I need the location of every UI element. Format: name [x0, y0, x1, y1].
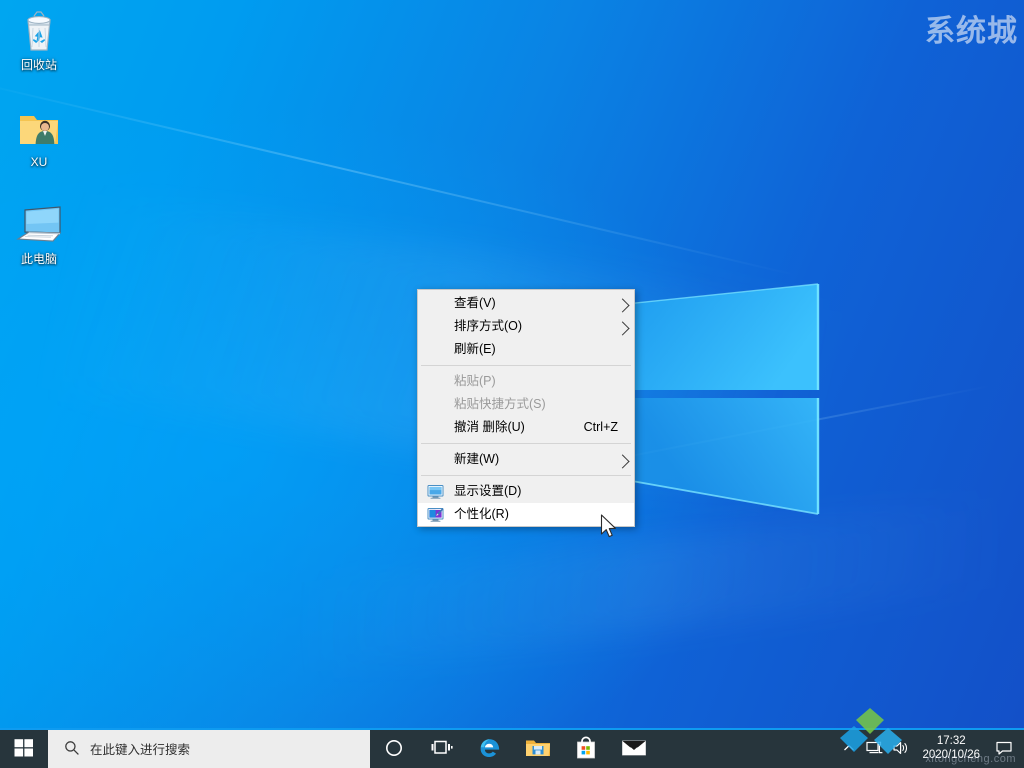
personalize-icon	[427, 507, 444, 522]
taskbar: 在此键入进行搜索	[0, 728, 1024, 768]
context-menu-item-view[interactable]: 查看(V)	[418, 292, 634, 315]
context-menu-item-label: 刷新(E)	[454, 338, 496, 361]
user-folder-icon	[15, 105, 63, 151]
context-menu-item-label: 撤消 删除(U)	[454, 416, 525, 439]
context-menu-item-personalize[interactable]: 个性化(R)	[418, 503, 634, 526]
chevron-right-icon	[615, 321, 629, 335]
desktop-context-menu[interactable]: 查看(V) 排序方式(O) 刷新(E) 粘贴(P) 粘贴快捷方式(S) 撤消 删…	[417, 289, 635, 527]
taskbar-mail-button[interactable]	[610, 728, 658, 768]
context-menu-item-label: 排序方式(O)	[454, 315, 522, 338]
desktop-icon-this-pc[interactable]: 此电脑	[0, 202, 78, 267]
tray-network-button[interactable]	[862, 728, 888, 768]
taskbar-cortana-button[interactable]	[370, 728, 418, 768]
context-menu-item-label: 个性化(R)	[454, 503, 509, 526]
desktop-icon-user-folder[interactable]: XU	[0, 105, 78, 170]
context-menu-item-display-settings[interactable]: 显示设置(D)	[418, 480, 634, 503]
recycle-bin-icon	[15, 8, 63, 54]
context-menu-separator	[421, 475, 631, 476]
tray-volume-button[interactable]	[888, 728, 914, 768]
taskbar-file-explorer-button[interactable]	[514, 728, 562, 768]
folder-icon	[525, 737, 551, 759]
edge-icon	[478, 736, 502, 760]
taskbar-microsoft-store-button[interactable]	[562, 728, 610, 768]
context-menu-item-paste: 粘贴(P)	[418, 370, 634, 393]
context-menu-separator	[421, 365, 631, 366]
cortana-circle-icon	[384, 738, 404, 758]
context-menu-item-paste-shortcut: 粘贴快捷方式(S)	[418, 393, 634, 416]
desktop-screen: 回收站 XU	[0, 0, 1024, 768]
windows-start-icon	[14, 738, 34, 758]
wallpaper-light-ray-top	[0, 78, 798, 276]
chevron-right-icon	[615, 454, 629, 468]
site-watermark-subtext: xitongcheng.com	[925, 753, 1016, 765]
context-menu-item-label: 粘贴快捷方式(S)	[454, 393, 546, 416]
chevron-right-icon	[615, 298, 629, 312]
tray-show-hidden-icons-button[interactable]	[836, 728, 862, 768]
context-menu-item-label: 粘贴(P)	[454, 370, 496, 393]
mail-envelope-icon	[621, 738, 647, 758]
desktop-icon-label: 回收站	[0, 58, 78, 73]
wallpaper-light-glow-lower	[297, 498, 1003, 673]
start-button[interactable]	[0, 728, 48, 768]
taskbar-edge-button[interactable]	[466, 728, 514, 768]
desktop-icon-recycle-bin[interactable]: 回收站	[0, 8, 78, 73]
desktop-icon-label: XU	[0, 155, 78, 170]
taskbar-task-view-button[interactable]	[418, 728, 466, 768]
speaker-icon	[892, 740, 910, 756]
context-menu-item-label: 新建(W)	[454, 448, 499, 471]
context-menu-item-sort-by[interactable]: 排序方式(O)	[418, 315, 634, 338]
chevron-up-icon	[842, 741, 856, 755]
site-watermark-text: 系统城	[925, 6, 1018, 50]
task-view-icon	[431, 739, 453, 757]
context-menu-item-refresh[interactable]: 刷新(E)	[418, 338, 634, 361]
desktop-icon-label: 此电脑	[0, 252, 78, 267]
clock-time: 17:32	[937, 734, 966, 748]
search-input-placeholder: 在此键入进行搜索	[90, 739, 190, 758]
context-menu-item-shortcut: Ctrl+Z	[584, 416, 624, 439]
this-pc-icon	[15, 202, 63, 248]
context-menu-separator	[421, 443, 631, 444]
taskbar-search-box[interactable]: 在此键入进行搜索	[48, 728, 370, 768]
store-bag-icon	[575, 736, 597, 760]
context-menu-item-label: 显示设置(D)	[454, 480, 521, 503]
network-monitor-icon	[866, 740, 884, 756]
context-menu-item-label: 查看(V)	[454, 292, 496, 315]
context-menu-item-new[interactable]: 新建(W)	[418, 448, 634, 471]
search-icon	[64, 740, 80, 756]
context-menu-item-undo-delete[interactable]: 撤消 删除(U) Ctrl+Z	[418, 416, 634, 439]
display-settings-icon	[427, 484, 444, 499]
